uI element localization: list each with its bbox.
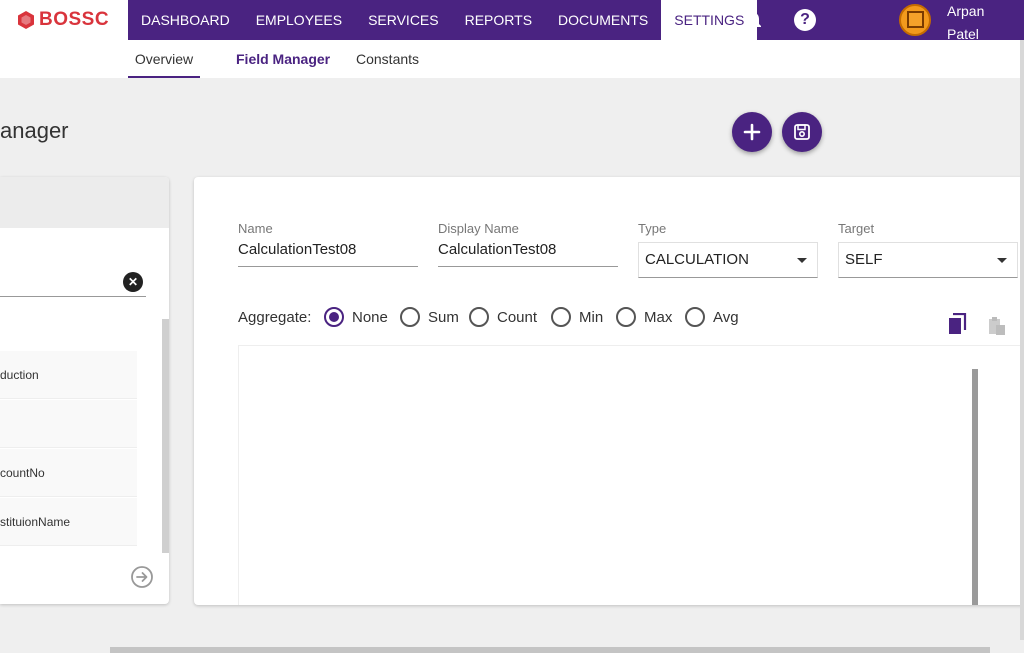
dropdown-arrow-icon [797, 258, 807, 263]
logo-text: BOSSC [39, 9, 110, 30]
aggregate-label: Aggregate: [238, 309, 312, 326]
target-select-value: SELF [845, 251, 883, 268]
aggregate-min-radio[interactable] [551, 307, 571, 327]
type-label: Type [638, 221, 667, 236]
list-item[interactable]: countNo [0, 449, 137, 497]
aggregate-sum-label[interactable]: Sum [428, 309, 459, 326]
target-select[interactable]: SELF [838, 242, 1018, 278]
type-select[interactable]: CALCULATION [638, 242, 818, 278]
user-first-name: Arpan [947, 3, 985, 19]
field-editor-card: Name CalculationTest08 Display Name Calc… [194, 177, 1024, 605]
formula-editor[interactable] [238, 345, 1024, 605]
editor-scrollbar[interactable] [972, 369, 978, 605]
brand-logo[interactable]: BOSSC [0, 0, 128, 40]
list-item[interactable] [0, 400, 137, 448]
tab-overview[interactable]: Overview [128, 40, 200, 78]
aggregate-max-label[interactable]: Max [644, 309, 672, 326]
aggregate-avg-label[interactable]: Avg [713, 309, 739, 326]
page-horizontal-scrollbar[interactable] [110, 647, 990, 653]
aggregate-count-label[interactable]: Count [497, 309, 537, 326]
page-vertical-scrollbar[interactable] [1020, 40, 1024, 640]
nav-dashboard[interactable]: DASHBOARD [128, 0, 243, 40]
save-button[interactable] [782, 112, 822, 152]
field-search-input[interactable] [0, 296, 146, 297]
clear-search-icon[interactable]: ✕ [123, 272, 143, 292]
avatar-image [907, 11, 924, 28]
field-list-card: ✕ duction countNo stituionName [0, 177, 169, 604]
aggregate-min-label[interactable]: Min [579, 309, 603, 326]
main-nav: DASHBOARD EMPLOYEES SERVICES REPORTS DOC… [128, 0, 758, 40]
aggregate-sum-radio[interactable] [400, 307, 420, 327]
floppy-disk-icon [794, 124, 810, 140]
logo-mark-icon [18, 11, 34, 29]
nav-employees[interactable]: EMPLOYEES [243, 0, 355, 40]
avatar[interactable] [899, 4, 931, 36]
aggregate-avg-radio[interactable] [685, 307, 705, 327]
display-name-underline [438, 266, 618, 267]
aggregate-max-radio[interactable] [616, 307, 636, 327]
arrow-right-circle-icon[interactable] [130, 565, 154, 589]
field-list-header [0, 177, 169, 228]
aggregate-none-radio[interactable] [324, 307, 344, 327]
add-button[interactable] [732, 112, 772, 152]
paste-icon[interactable] [988, 316, 1006, 336]
name-field-underline [238, 266, 418, 267]
list-scrollbar[interactable] [162, 319, 169, 553]
list-item[interactable]: duction [0, 351, 137, 399]
name-label: Name [238, 221, 273, 236]
dropdown-arrow-icon [997, 258, 1007, 263]
tab-constants[interactable]: Constants [356, 40, 419, 78]
tab-field-manager[interactable]: Field Manager [236, 40, 330, 78]
copy-icon[interactable] [948, 313, 968, 335]
nav-documents[interactable]: DOCUMENTS [545, 0, 661, 40]
list-item[interactable]: stituionName [0, 498, 137, 546]
name-field[interactable]: CalculationTest08 [238, 241, 356, 258]
bell-icon[interactable] [741, 8, 765, 32]
page-title: anager [0, 118, 69, 143]
plus-icon [743, 123, 761, 141]
type-select-value: CALCULATION [645, 251, 749, 268]
aggregate-none-label[interactable]: None [352, 309, 388, 326]
nav-reports[interactable]: REPORTS [452, 0, 545, 40]
display-name-label: Display Name [438, 221, 519, 236]
help-icon[interactable]: ? [794, 9, 816, 31]
aggregate-count-radio[interactable] [469, 307, 489, 327]
target-label: Target [838, 221, 875, 236]
nav-services[interactable]: SERVICES [355, 0, 452, 40]
display-name-field[interactable]: CalculationTest08 [438, 241, 556, 258]
